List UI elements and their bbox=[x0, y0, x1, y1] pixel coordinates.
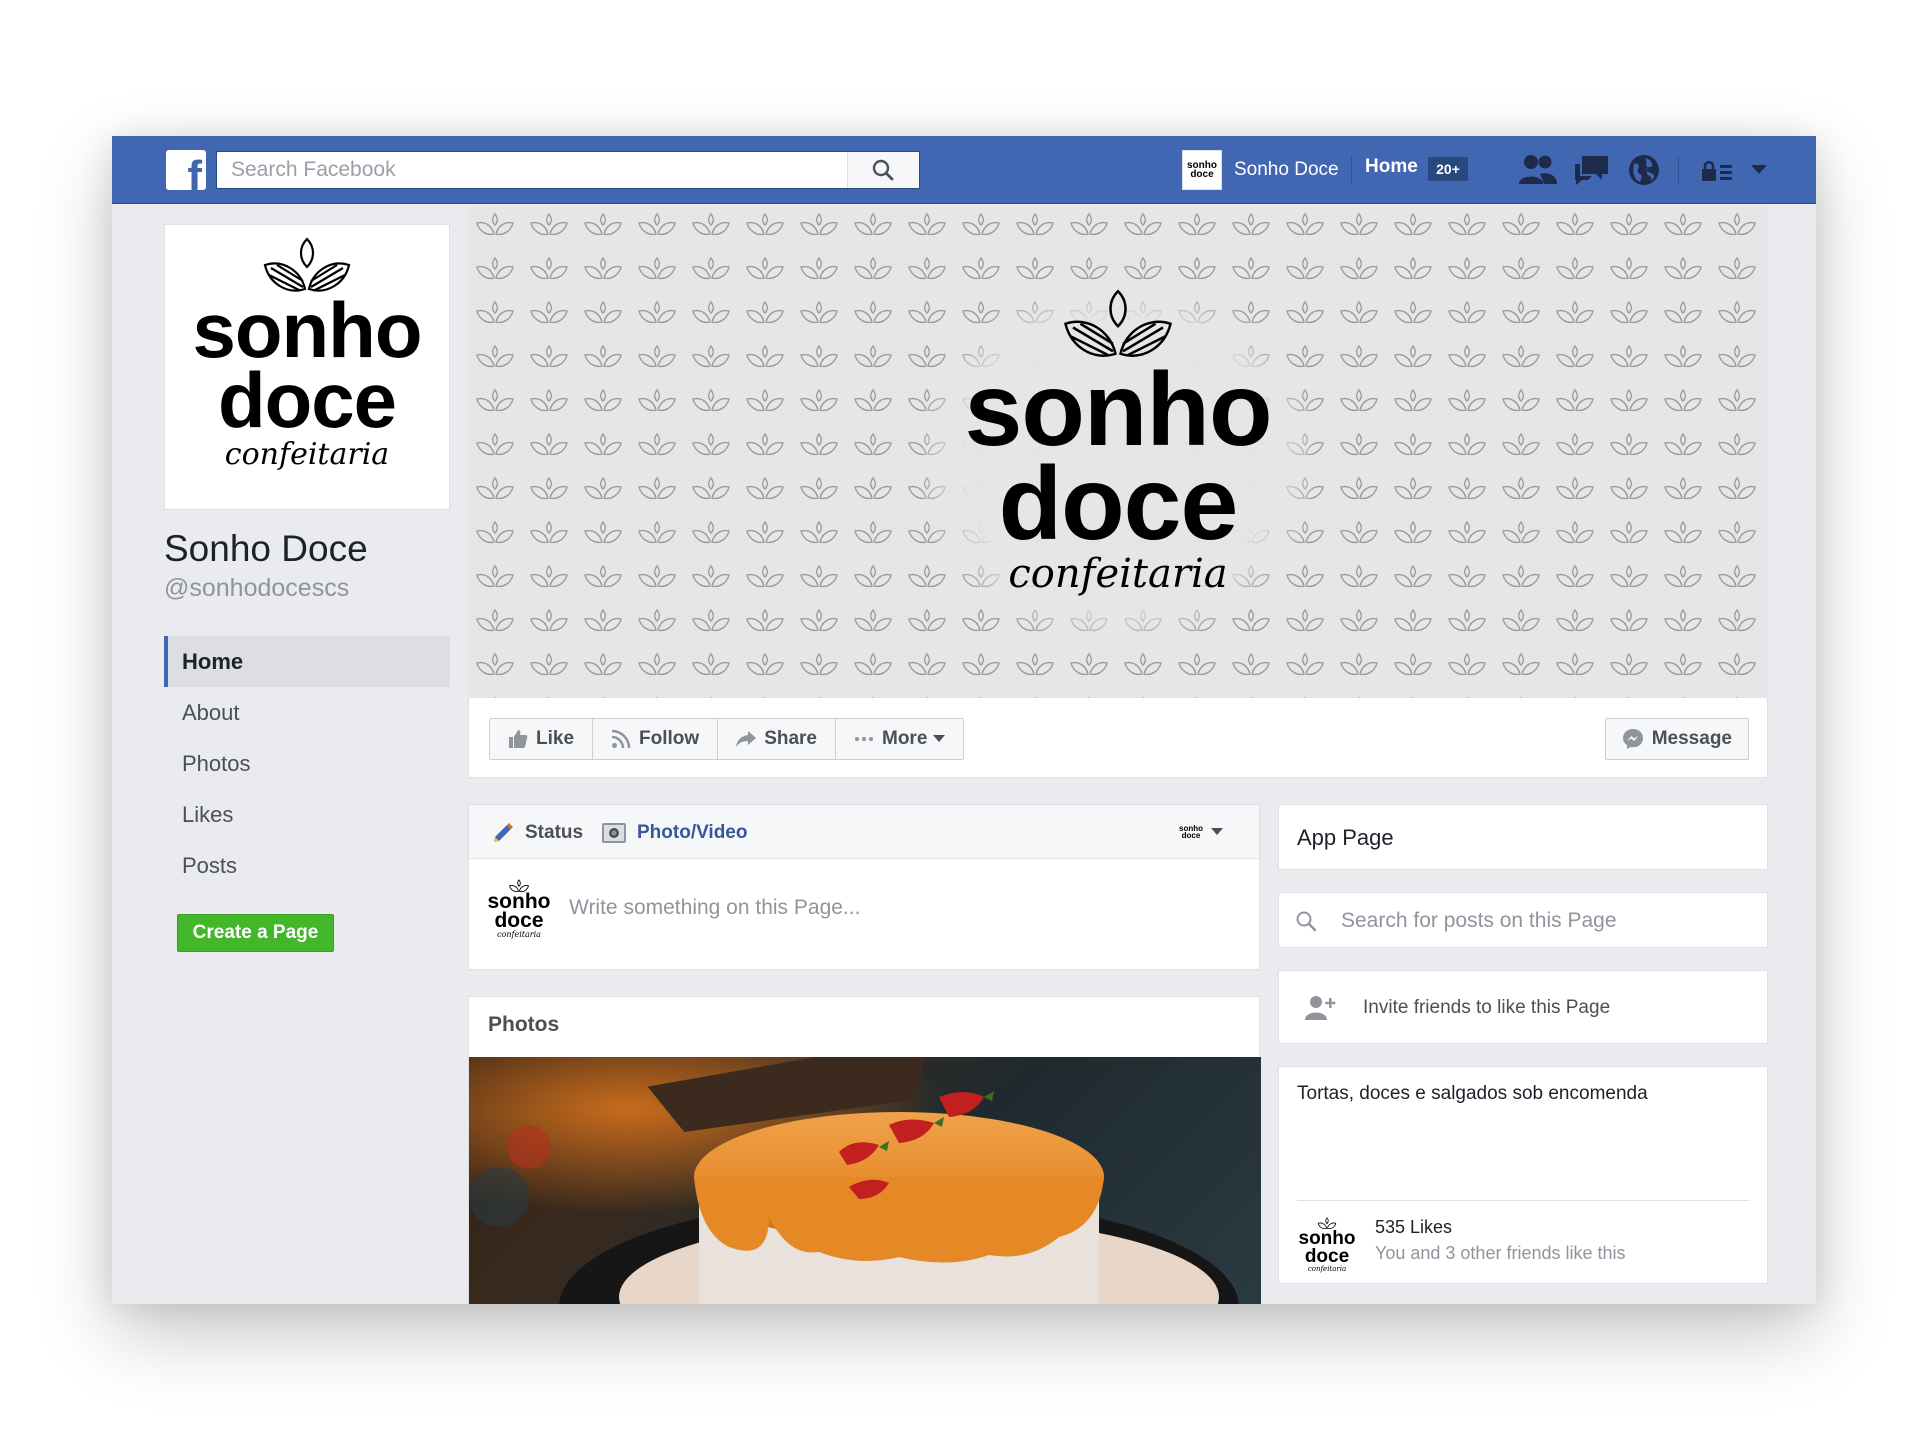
divider bbox=[1297, 1200, 1749, 1201]
page-handle[interactable]: @sonhodocescs bbox=[164, 574, 349, 603]
messenger-icon bbox=[1622, 729, 1643, 749]
likes-avatar: sonho doce confeitaria bbox=[1297, 1215, 1357, 1275]
share-arrow-icon bbox=[736, 731, 757, 747]
app-page-card[interactable]: App Page bbox=[1278, 804, 1768, 870]
search-icon bbox=[1296, 911, 1317, 932]
top-home-link[interactable]: Home bbox=[1365, 156, 1418, 178]
likes-avatar-word1: sonho bbox=[1298, 1228, 1356, 1250]
nav-item-home[interactable]: Home bbox=[164, 636, 450, 687]
like-label: Like bbox=[536, 728, 575, 749]
divider bbox=[1351, 156, 1352, 184]
message-button[interactable]: Message bbox=[1604, 718, 1749, 760]
composer-avatar: sonho doce confeitaria bbox=[485, 875, 553, 943]
status-tab-label: Status bbox=[525, 822, 584, 843]
chevron-down-icon bbox=[1211, 828, 1223, 835]
app-page-label: App Page bbox=[1297, 825, 1394, 850]
tab-photo-video[interactable]: Photo/Video bbox=[601, 821, 747, 845]
action-button-group: Like Follow Share More bbox=[489, 718, 965, 760]
search-posts-card bbox=[1278, 892, 1768, 948]
composer-avatar-script: confeitaria bbox=[497, 930, 541, 940]
create-page-button[interactable]: Create a Page bbox=[177, 914, 334, 952]
facebook-window: f sonho doce Sonho Doce Home 20+ bbox=[112, 136, 1816, 1304]
home-notification-badge: 20+ bbox=[1428, 157, 1468, 181]
likes-avatar-script: confeitaria bbox=[1307, 1264, 1347, 1273]
privacy-shortcuts-icon[interactable] bbox=[1702, 160, 1734, 182]
nav-item-posts[interactable]: Posts bbox=[164, 840, 450, 891]
cover-logo: sonho doce confeitaria bbox=[918, 286, 1318, 636]
invite-friends-label: Invite friends to like this Page bbox=[1363, 997, 1611, 1018]
post-composer: Status Photo/Video sonho doce sonho doce… bbox=[468, 804, 1260, 970]
composer-body: sonho doce confeitaria bbox=[469, 859, 1259, 969]
top-navbar: f sonho doce Sonho Doce Home 20+ bbox=[112, 136, 1816, 204]
search-bar bbox=[216, 151, 920, 189]
like-button[interactable]: Like bbox=[490, 719, 594, 759]
likes-friends-text: You and 3 other friends like this bbox=[1375, 1243, 1626, 1263]
share-button[interactable]: Share bbox=[718, 719, 836, 759]
camera-icon bbox=[602, 823, 626, 843]
add-friend-icon bbox=[1305, 996, 1336, 1020]
profile-logo: sonho doce confeitaria bbox=[169, 229, 445, 505]
left-nav: Home About Photos Likes Posts bbox=[164, 636, 450, 891]
search-input[interactable] bbox=[217, 152, 847, 188]
follow-label: Follow bbox=[639, 728, 700, 749]
profile-logo-word2: doce bbox=[217, 356, 397, 445]
likes-avatar-word2: doce bbox=[1304, 1245, 1350, 1267]
post-as-selector[interactable]: sonho doce bbox=[1177, 819, 1223, 845]
search-icon bbox=[872, 159, 894, 181]
more-dots-icon bbox=[855, 737, 873, 741]
top-avatar: sonho doce bbox=[1182, 150, 1222, 190]
page-action-bar: Like Follow Share More Message bbox=[468, 698, 1768, 778]
follow-button[interactable]: Follow bbox=[593, 719, 719, 759]
cover-logo-word2: doce bbox=[998, 445, 1239, 562]
top-avatar-word2: doce bbox=[1190, 169, 1214, 180]
top-profile-name: Sonho Doce bbox=[1234, 159, 1339, 180]
cover-logo-script: confeitaria bbox=[1008, 551, 1228, 598]
composer-avatar-word2: doce bbox=[494, 908, 544, 932]
page-description: Tortas, doces e salgados sob encomenda bbox=[1297, 1083, 1648, 1104]
photo-tab-label: Photo/Video bbox=[637, 822, 748, 843]
pencil-icon bbox=[494, 823, 513, 842]
cake-photo[interactable] bbox=[469, 1057, 1261, 1304]
profile-picture[interactable]: sonho doce confeitaria bbox=[164, 224, 450, 510]
about-card: Tortas, doces e salgados sob encomenda s… bbox=[1278, 1066, 1768, 1284]
cake-photo-illustration bbox=[469, 1057, 1261, 1304]
page-title: Sonho Doce bbox=[164, 528, 368, 569]
search-button[interactable] bbox=[847, 152, 919, 188]
more-button[interactable]: More bbox=[836, 719, 963, 759]
likes-count[interactable]: 535 Likes bbox=[1375, 1217, 1452, 1238]
chevron-down-icon bbox=[933, 735, 946, 742]
post-as-avatar: sonho doce bbox=[1177, 819, 1205, 845]
cover-photo[interactable]: sonho doce confeitaria bbox=[468, 206, 1768, 698]
profile-logo-script: confeitaria bbox=[224, 437, 390, 473]
facebook-logo-icon[interactable]: f bbox=[166, 150, 206, 190]
rss-follow-icon bbox=[611, 729, 631, 749]
invite-friends-card[interactable]: Invite friends to like this Page bbox=[1278, 970, 1768, 1044]
share-label: Share bbox=[764, 728, 817, 749]
divider bbox=[1678, 156, 1679, 184]
profile-logo-word1: sonho bbox=[192, 286, 423, 374]
thumbs-up-icon bbox=[509, 730, 528, 748]
message-label: Message bbox=[1651, 728, 1732, 749]
post-as-avatar-word2: doce bbox=[1181, 831, 1201, 840]
friend-requests-icon[interactable] bbox=[1518, 152, 1558, 188]
notifications-globe-icon[interactable] bbox=[1626, 152, 1662, 188]
composer-input[interactable] bbox=[569, 893, 1229, 923]
composer-tabs: Status Photo/Video sonho doce bbox=[469, 805, 1259, 859]
top-profile-link[interactable]: sonho doce Sonho Doce bbox=[1182, 149, 1339, 191]
chevron-down-icon[interactable] bbox=[1750, 164, 1768, 176]
search-posts-input[interactable] bbox=[1341, 905, 1741, 937]
messages-icon[interactable] bbox=[1572, 152, 1612, 188]
more-label: More bbox=[882, 728, 928, 749]
photos-title[interactable]: Photos bbox=[488, 1013, 559, 1037]
nav-item-photos[interactable]: Photos bbox=[164, 738, 450, 789]
cover-logo-word1: sonho bbox=[964, 352, 1273, 468]
nav-item-likes[interactable]: Likes bbox=[164, 789, 450, 840]
nav-item-about[interactable]: About bbox=[164, 687, 450, 738]
photos-card: Photos bbox=[468, 996, 1261, 1304]
tab-status[interactable]: Status bbox=[491, 821, 583, 845]
facebook-logo-letter: f bbox=[187, 152, 202, 191]
